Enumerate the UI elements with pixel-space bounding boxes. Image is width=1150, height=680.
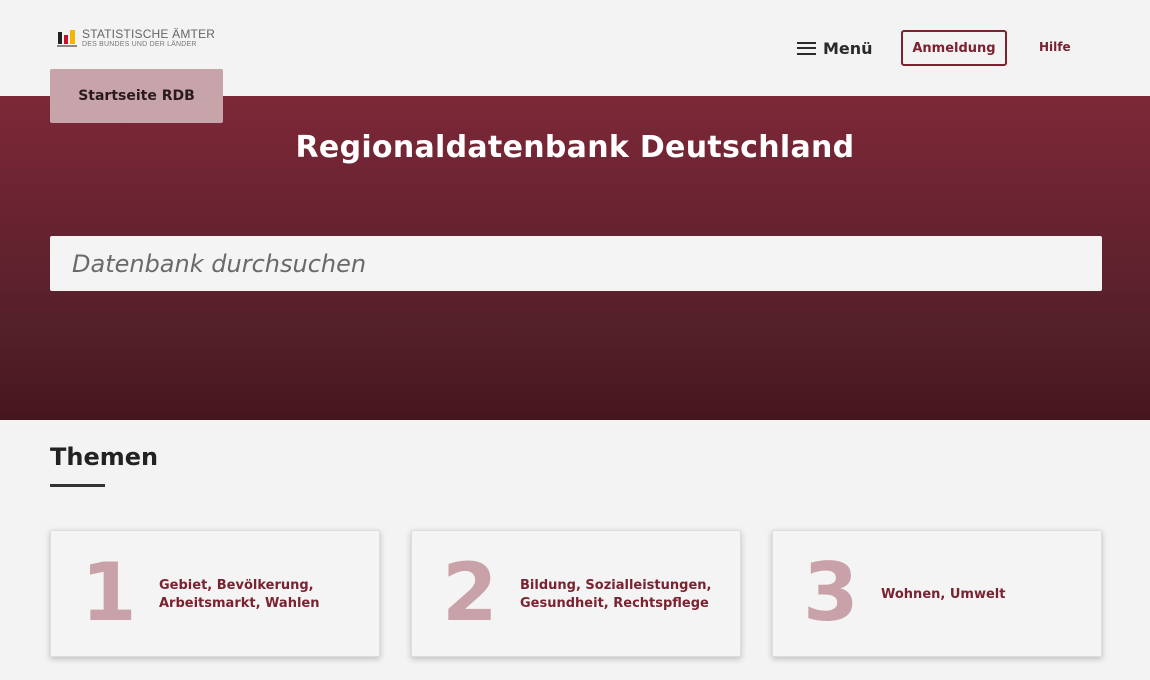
logo-line-1: STATISTISCHE ÄMTER <box>82 27 216 41</box>
home-tab-rdb[interactable]: Startseite RDB <box>50 69 223 123</box>
theme-card-label: Gebiet, Bevölkerung, Arbeitsmarkt, Wahle… <box>159 531 364 658</box>
menu-label: Menü <box>823 38 873 58</box>
logo-line-2: DES BUNDES UND DER LÄNDER <box>82 41 197 48</box>
theme-card-label-line-2: Arbeitsmarkt, Wahlen <box>159 595 320 611</box>
statistische-aemter-logo[interactable]: STATISTISCHE ÄMTER DES BUNDES UND DER LÄ… <box>57 28 215 48</box>
theme-card-label: Bildung, Sozialleistungen, Gesundheit, R… <box>520 531 725 658</box>
themes-heading-underline <box>50 484 105 487</box>
theme-card-3[interactable]: 3 Wohnen, Umwelt <box>772 530 1102 657</box>
login-button[interactable]: Anmeldung <box>901 30 1007 66</box>
theme-card-number: 2 <box>442 546 498 639</box>
theme-card-1[interactable]: 1 Gebiet, Bevölkerung, Arbeitsmarkt, Wah… <box>50 530 380 657</box>
theme-card-number: 3 <box>803 546 859 639</box>
page-title: Regionaldatenbank Deutschland <box>295 130 855 165</box>
themes-heading: Themen <box>50 443 159 471</box>
logo-text: STATISTISCHE ÄMTER DES BUNDES UND DER LÄ… <box>82 28 215 48</box>
hero-banner: Regionaldatenbank Deutschland <box>0 96 1150 420</box>
help-link[interactable]: Hilfe <box>1039 40 1071 54</box>
logo-bars-icon <box>57 28 79 48</box>
theme-card-number: 1 <box>81 546 137 639</box>
database-search-input[interactable] <box>50 236 1102 291</box>
theme-card-2[interactable]: 2 Bildung, Sozialleistungen, Gesundheit,… <box>411 530 741 657</box>
theme-card-label-line-2: Gesundheit, Rechtspflege <box>520 595 709 611</box>
theme-card-label-line-1: Bildung, Sozialleistungen, <box>520 577 712 593</box>
hamburger-icon <box>797 41 816 55</box>
theme-card-label-line-1: Gebiet, Bevölkerung, <box>159 577 314 593</box>
theme-card-label: Wohnen, Umwelt <box>881 531 1086 658</box>
menu-button[interactable]: Menü <box>797 36 873 60</box>
theme-card-label-line-1: Wohnen, Umwelt <box>881 586 1006 602</box>
